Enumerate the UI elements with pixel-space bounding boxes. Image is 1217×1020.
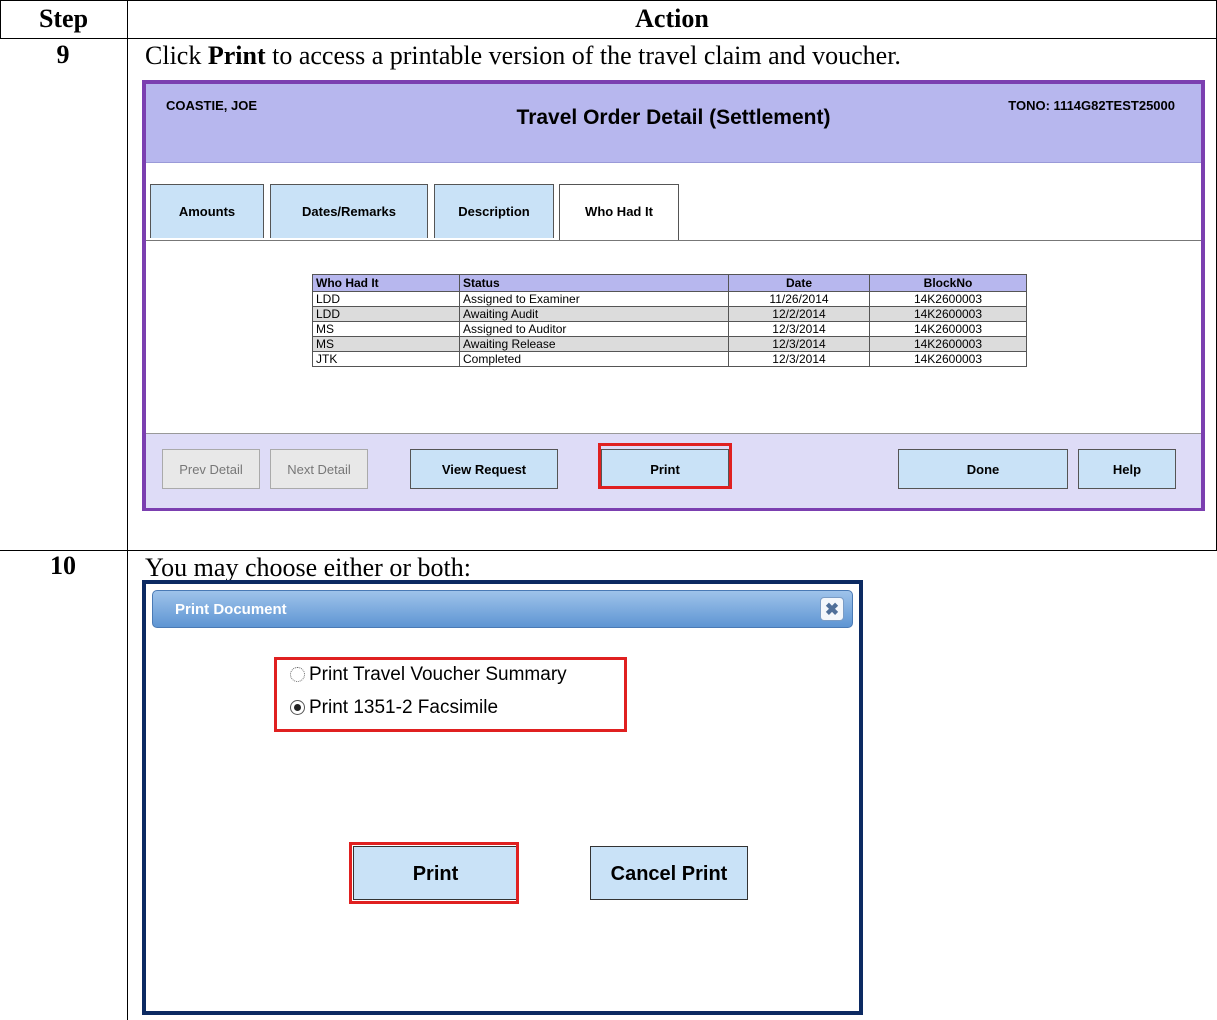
table-row: MS Assigned to Auditor 12/3/2014 14K2600…	[312, 321, 1027, 337]
row-divider	[0, 550, 1217, 551]
table-row: JTK Completed 12/3/2014 14K2600003	[312, 351, 1027, 367]
cell-who: MS	[312, 336, 460, 352]
table-row: LDD Awaiting Audit 12/2/2014 14K2600003	[312, 306, 1027, 322]
header-divider	[0, 38, 1217, 39]
cell-status: Awaiting Audit	[459, 306, 729, 322]
tab-amounts[interactable]: Amounts	[150, 184, 264, 238]
tab-bar: Amounts Dates/Remarks Description Who Ha…	[146, 184, 1201, 241]
radio-selected-icon[interactable]	[290, 700, 305, 715]
cell-who: LDD	[312, 306, 460, 322]
tab-description[interactable]: Description	[434, 184, 554, 238]
tab-who-had-it[interactable]: Who Had It	[559, 184, 679, 240]
table-row: LDD Assigned to Examiner 11/26/2014 14K2…	[312, 291, 1027, 307]
column-header: Date	[728, 274, 870, 292]
step-9-instruction: Click Print to access a printable versio…	[145, 41, 901, 71]
done-button[interactable]: Done	[898, 449, 1068, 489]
cell-blockno: 14K2600003	[869, 351, 1027, 367]
cell-who: JTK	[312, 351, 460, 367]
tono-number: TONO: 1114G82TEST25000	[1008, 98, 1175, 113]
print-button[interactable]: Print	[601, 449, 729, 489]
cancel-print-button[interactable]: Cancel Print	[590, 846, 748, 900]
step-header: Step	[38, 4, 89, 33]
tab-dates-remarks[interactable]: Dates/Remarks	[270, 184, 428, 238]
cell-date: 12/3/2014	[728, 321, 870, 337]
button-bar: Prev Detail Next Detail View Request Pri…	[146, 433, 1201, 508]
step-number-10: 10	[50, 551, 76, 580]
cell-status: Assigned to Auditor	[459, 321, 729, 337]
column-header: Who Had It	[312, 274, 460, 292]
prev-detail-button[interactable]: Prev Detail	[162, 449, 260, 489]
close-icon[interactable]: ✖	[820, 597, 844, 621]
cell-blockno: 14K2600003	[869, 321, 1027, 337]
travel-order-detail-window: COASTIE, JOE Travel Order Detail (Settle…	[142, 80, 1205, 511]
cell-who: LDD	[312, 291, 460, 307]
step-number-9: 9	[56, 40, 70, 69]
option-travel-voucher-summary[interactable]: Print Travel Voucher Summary	[290, 664, 567, 686]
column-header: Status	[459, 274, 729, 292]
view-request-button[interactable]: View Request	[410, 449, 558, 489]
cell-date: 12/3/2014	[728, 351, 870, 367]
cell-status: Awaiting Release	[459, 336, 729, 352]
cell-status: Completed	[459, 351, 729, 367]
help-button[interactable]: Help	[1078, 449, 1176, 489]
radio-unselected-icon[interactable]	[290, 667, 305, 682]
action-header: Action	[635, 4, 709, 33]
instruction-bold: Print	[207, 41, 266, 70]
cell-who: MS	[312, 321, 460, 337]
cell-blockno: 14K2600003	[869, 336, 1027, 352]
cell-date: 11/26/2014	[728, 291, 870, 307]
dialog-title: Print Document	[175, 601, 287, 618]
who-had-it-table: Who Had It Status Date BlockNo LDD Assig…	[312, 274, 1027, 367]
option-1351-2-facsimile[interactable]: Print 1351-2 Facsimile	[290, 697, 498, 719]
window-header: COASTIE, JOE Travel Order Detail (Settle…	[146, 84, 1201, 163]
column-divider	[127, 0, 128, 1020]
next-detail-button[interactable]: Next Detail	[270, 449, 368, 489]
option-label: Print 1351-2 Facsimile	[309, 697, 499, 718]
dialog-print-button[interactable]: Print	[353, 846, 518, 900]
dialog-title-bar: Print Document ✖	[152, 590, 853, 628]
cell-date: 12/3/2014	[728, 336, 870, 352]
table-row: MS Awaiting Release 12/3/2014 14K2600003	[312, 336, 1027, 352]
column-header: BlockNo	[869, 274, 1027, 292]
cell-date: 12/2/2014	[728, 306, 870, 322]
step-10-instruction: You may choose either or both:	[145, 553, 471, 582]
instruction-text: to access a printable version of the tra…	[265, 41, 901, 70]
cell-blockno: 14K2600003	[869, 306, 1027, 322]
instruction-text: Click	[145, 41, 208, 70]
cell-blockno: 14K2600003	[869, 291, 1027, 307]
option-label: Print Travel Voucher Summary	[309, 664, 567, 685]
cell-status: Assigned to Examiner	[459, 291, 729, 307]
print-document-dialog: Print Document ✖ Print Travel Voucher Su…	[142, 580, 863, 1015]
